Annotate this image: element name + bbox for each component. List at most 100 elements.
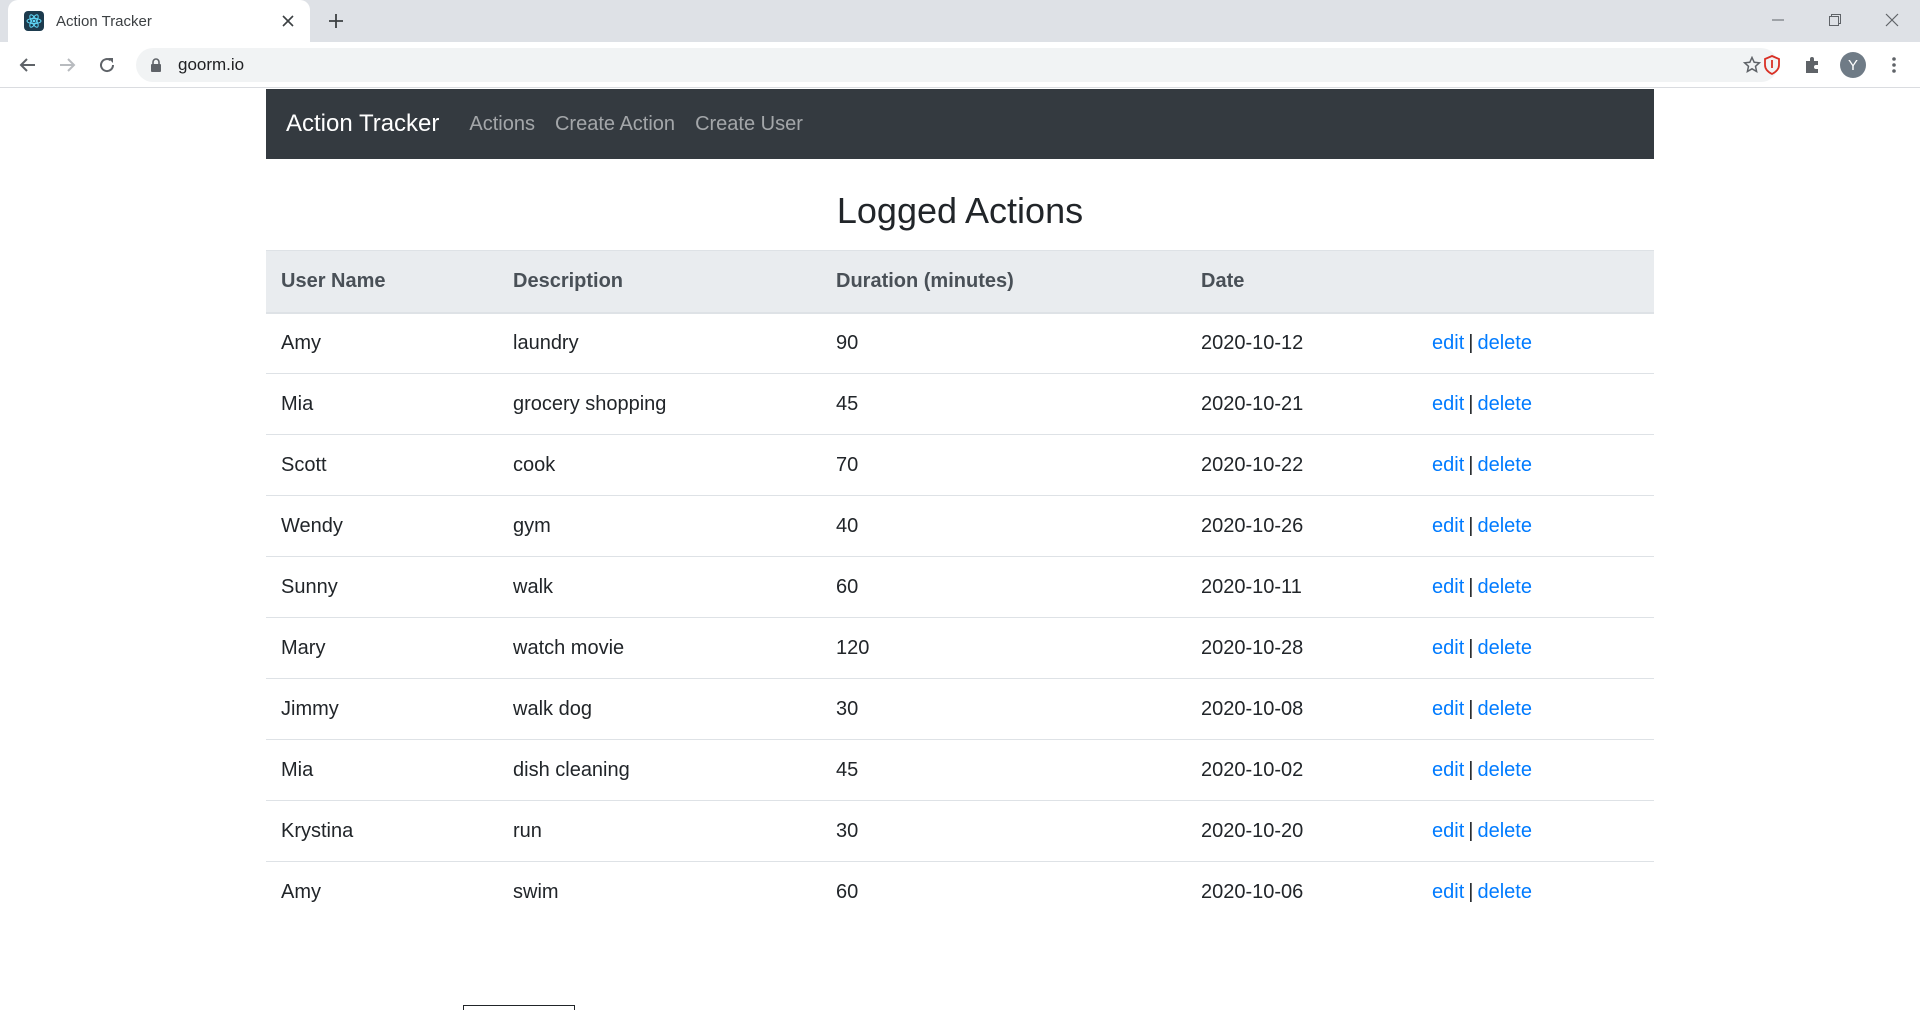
delete-link[interactable]: delete [1477, 393, 1532, 415]
header-user-name: User Name [266, 250, 498, 314]
cell-duration: 60 [821, 556, 1186, 618]
cell-actions: edit | delete [1417, 556, 1654, 618]
cell-actions: edit | delete [1417, 495, 1654, 557]
cell-duration: 120 [821, 617, 1186, 679]
cell-date: 2020-10-06 [1201, 880, 1304, 903]
cell-description: watch movie [498, 617, 821, 679]
profile-avatar[interactable]: Y [1839, 51, 1867, 79]
forward-arrow-icon[interactable] [51, 49, 83, 81]
cell-description: run [498, 800, 821, 862]
table-row: Mary watch movie 120 2020-10-28 edit | del… [266, 617, 1654, 679]
table-row: Mia dish cleaning 45 2020-10-02 edit | del… [266, 739, 1654, 801]
delete-link[interactable]: delete [1477, 332, 1532, 354]
link-separator: | [1468, 819, 1474, 842]
page-container: Action Tracker Actions Create Action Cre… [266, 89, 1654, 923]
restore-icon[interactable] [1806, 0, 1863, 40]
table-row: Amy laundry 90 2020-10-12 edit | delete [266, 312, 1654, 374]
cell-duration: 60 [836, 880, 859, 903]
new-tab-button[interactable] [322, 7, 350, 35]
link-separator: | [1468, 697, 1474, 720]
delete-link[interactable]: delete [1477, 637, 1532, 659]
cell-description: swim [513, 880, 559, 903]
cell-user: Sunny [266, 556, 498, 618]
cell-date: 2020-10-26 [1186, 495, 1417, 557]
edit-link[interactable]: edit [1432, 759, 1464, 781]
cell-actions: edit | delete [1417, 617, 1654, 679]
cell-actions: edit | delete [1417, 862, 1654, 923]
extension-shield-icon[interactable] [1758, 51, 1786, 79]
back-arrow-icon[interactable] [12, 49, 44, 81]
cell-description: cook [498, 434, 821, 496]
link-separator: | [1468, 758, 1474, 781]
edit-link[interactable]: edit [1432, 698, 1464, 720]
edit-link[interactable]: edit [1432, 515, 1464, 537]
table-row: Jimmy walk dog 30 2020-10-08 edit | delete [266, 678, 1654, 740]
link-separator: | [1468, 514, 1474, 537]
table-row: Sunny walk 60 2020-10-11 edit | delete [266, 556, 1654, 618]
cell-description: gym [498, 495, 821, 557]
cell-user: Mary [266, 617, 498, 679]
extensions-puzzle-icon[interactable] [1798, 51, 1826, 79]
link-separator: | [1468, 636, 1474, 659]
cell-user: Jimmy [266, 678, 498, 740]
cell-user: Krystina [266, 800, 498, 862]
react-icon [24, 11, 44, 31]
cell-date: 2020-10-28 [1186, 617, 1417, 679]
navbar-brand[interactable]: Action Tracker [286, 110, 439, 138]
edit-link[interactable]: edit [1432, 881, 1464, 903]
link-separator: | [1468, 575, 1474, 598]
cell-description: dish cleaning [498, 739, 821, 801]
cell-description: laundry [498, 312, 821, 374]
cell-duration: 70 [821, 434, 1186, 496]
delete-link[interactable]: delete [1477, 759, 1532, 781]
close-tab-icon[interactable] [276, 9, 300, 33]
lock-icon[interactable] [150, 57, 164, 73]
edit-link[interactable]: edit [1432, 454, 1464, 476]
delete-link[interactable]: delete [1477, 454, 1532, 476]
cell-user: Mia [266, 373, 498, 435]
cell-description: walk [498, 556, 821, 618]
cell-date: 2020-10-20 [1186, 800, 1417, 862]
edit-link[interactable]: edit [1432, 820, 1464, 842]
delete-link[interactable]: delete [1477, 698, 1532, 720]
browser-tab[interactable]: Action Tracker [8, 0, 310, 42]
close-window-icon[interactable] [1863, 0, 1920, 40]
table-row: Mia grocery shopping 45 2020-10-21 edit |… [266, 373, 1654, 435]
table-header-row: User Name Description Duration (minutes)… [266, 250, 1654, 314]
nav-link-create-user[interactable]: Create User [695, 113, 803, 136]
page-title: Logged Actions [836, 190, 1084, 231]
delete-link[interactable]: delete [1477, 576, 1532, 598]
cell-user: Scott [266, 434, 498, 496]
cell-description: walk dog [498, 678, 821, 740]
edit-link[interactable]: edit [1432, 637, 1464, 659]
address-bar[interactable]: goorm.io [136, 48, 1778, 82]
header-date: Date [1186, 250, 1417, 314]
cell-user: Wendy [266, 495, 498, 557]
cell-date: 2020-10-12 [1186, 312, 1417, 374]
delete-link[interactable]: delete [1477, 881, 1532, 903]
edit-link[interactable]: edit [1432, 332, 1464, 354]
cell-description: grocery shopping [498, 373, 821, 435]
nav-link-create-action[interactable]: Create Action [555, 113, 675, 136]
header-description: Description [498, 250, 821, 314]
minimize-icon[interactable] [1749, 0, 1806, 40]
nav-link-actions[interactable]: Actions [469, 113, 535, 136]
actions-table: User Name Description Duration (minutes)… [266, 250, 1654, 923]
reload-icon[interactable] [91, 49, 123, 81]
table-row: Wendy gym 40 2020-10-26 edit | delete [266, 495, 1654, 557]
url-text: goorm.io [178, 55, 245, 74]
delete-link[interactable]: delete [1477, 515, 1532, 537]
browser-tabstrip: Action Tracker [0, 0, 1920, 42]
edit-link[interactable]: edit [1432, 576, 1464, 598]
tab-title: Action Tracker [56, 12, 152, 30]
menu-dots-icon[interactable] [1880, 51, 1908, 79]
cell-date: 2020-10-11 [1186, 556, 1417, 618]
edit-link[interactable]: edit [1432, 393, 1464, 415]
cell-date: 2020-10-08 [1186, 678, 1417, 740]
delete-link[interactable]: delete [1477, 820, 1532, 842]
avatar-initial: Y [1840, 52, 1866, 78]
cell-duration: 45 [821, 373, 1186, 435]
cell-duration: 30 [821, 800, 1186, 862]
table-row: Amy swim 60 2020-10-06 edit | delete [266, 862, 1654, 923]
cell-actions: edit | delete [1417, 678, 1654, 740]
